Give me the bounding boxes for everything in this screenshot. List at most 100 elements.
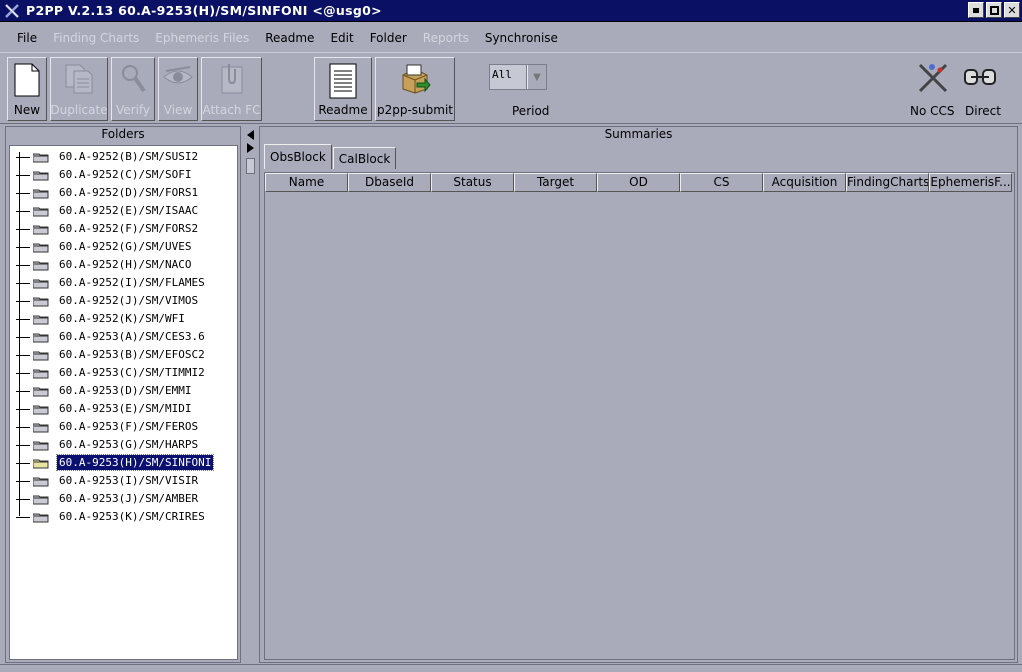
app-icon[interactable] <box>3 2 21 20</box>
column-header-findingcharts[interactable]: FindingCharts <box>846 173 929 192</box>
folder-icon <box>32 351 49 361</box>
p2pp-submit-button[interactable]: p2pp-submit <box>375 57 455 121</box>
folder-item[interactable]: 60.A-9253(D)/SM/EMMI <box>10 382 235 400</box>
folders-header: Folders <box>101 127 145 141</box>
folder-item[interactable]: 60.A-9253(C)/SM/TIMMI2 <box>10 364 235 382</box>
period-value: All <box>490 65 527 89</box>
folder-item[interactable]: 60.A-9252(I)/SM/FLAMES <box>10 274 235 292</box>
folder-item[interactable]: 60.A-9253(B)/SM/EFOSC2 <box>10 346 235 364</box>
menu-synchronise[interactable]: Synchronise <box>477 31 566 45</box>
splitter[interactable] <box>243 126 257 663</box>
close-button[interactable]: ✕ <box>1004 2 1020 18</box>
folder-label: 60.A-9252(I)/SM/FLAMES <box>59 276 205 289</box>
folder-item[interactable]: 60.A-9253(G)/SM/HARPS <box>10 436 235 454</box>
folder-item[interactable]: 60.A-9252(J)/SM/VIMOS <box>10 292 235 310</box>
column-header-acquisition[interactable]: Acquisition <box>763 173 846 192</box>
folder-item[interactable]: 60.A-9253(I)/SM/VISIR <box>10 472 235 490</box>
folder-icon <box>32 297 49 307</box>
new-button[interactable]: New <box>7 57 47 121</box>
folder-label: 60.A-9252(G)/SM/UVES <box>59 240 192 253</box>
readme-icon <box>329 63 357 102</box>
column-header-name[interactable]: Name <box>265 173 348 192</box>
tree-branch <box>16 499 30 500</box>
duplicate-button[interactable]: Duplicate <box>50 57 108 121</box>
folder-icon <box>32 189 49 199</box>
folder-label: 60.A-9253(C)/SM/TIMMI2 <box>59 366 205 379</box>
folder-item[interactable]: 60.A-9252(H)/SM/NACO <box>10 256 235 274</box>
folder-item[interactable]: 60.A-9252(G)/SM/UVES <box>10 238 235 256</box>
collapse-right-icon[interactable] <box>247 143 254 153</box>
folder-item[interactable]: 60.A-9252(E)/SM/ISAAC <box>10 202 235 220</box>
period-select[interactable]: All ▼ <box>489 64 547 90</box>
menu-reports[interactable]: Reports <box>415 31 477 45</box>
tab-obsblock[interactable]: ObsBlock <box>264 144 332 169</box>
verify-label: Verify <box>115 103 151 117</box>
column-header-od[interactable]: OD <box>597 173 680 192</box>
attach-fc-label: Attach FC <box>202 103 261 117</box>
folder-item[interactable]: 60.A-9253(A)/SM/CES3.6 <box>10 328 235 346</box>
column-header-dbaseid[interactable]: DbaseId <box>348 173 431 192</box>
menu-folder[interactable]: Folder <box>362 31 415 45</box>
tree-branch <box>16 409 30 410</box>
folder-icon <box>32 243 49 253</box>
folder-icon <box>32 495 49 505</box>
tree-branch <box>16 283 30 284</box>
column-header-cs[interactable]: CS <box>680 173 763 192</box>
menu-ephemeris-files[interactable]: Ephemeris Files <box>147 31 257 45</box>
folder-tree[interactable]: 60.A-9252(B)/SM/SUSI2 60.A-9252(C)/SM/SOF… <box>9 145 238 660</box>
folder-item[interactable]: 60.A-9252(B)/SM/SUSI2 <box>10 148 235 166</box>
folder-item[interactable]: 60.A-9252(D)/SM/FORS1 <box>10 184 235 202</box>
folder-item[interactable]: 60.A-9253(J)/SM/AMBER <box>10 490 235 508</box>
splitter-handle[interactable] <box>246 158 255 174</box>
attach-fc-button[interactable]: Attach FC <box>201 57 262 121</box>
maximize-button[interactable] <box>986 2 1002 18</box>
menu-readme[interactable]: Readme <box>257 31 322 45</box>
folder-icon <box>32 207 49 217</box>
folder-icon <box>32 279 49 289</box>
folder-icon <box>32 459 49 469</box>
menu-file[interactable]: File <box>9 31 45 45</box>
no-ccs-icon[interactable] <box>916 61 950 98</box>
column-header-status[interactable]: Status <box>431 173 514 192</box>
window-title: P2PP V.2.13 60.A-9253(H)/SM/SINFONI <@us… <box>26 3 382 18</box>
readme-button[interactable]: Readme <box>314 57 372 121</box>
attach-finding-chart-icon <box>217 63 247 98</box>
new-label: New <box>13 103 41 117</box>
folders-panel: Folders 60.A-9252(B)/SM/SUSI2 60.A-9252(C… <box>5 126 241 663</box>
collapse-left-icon[interactable] <box>247 130 254 140</box>
tree-branch <box>16 427 30 428</box>
folder-item[interactable]: 60.A-9253(E)/SM/MIDI <box>10 400 235 418</box>
folder-item[interactable]: 60.A-9253(H)/SM/SINFONI <box>10 454 235 472</box>
chevron-down-icon: ▼ <box>527 65 546 89</box>
folder-label: 60.A-9252(J)/SM/VIMOS <box>59 294 199 307</box>
folder-icon <box>32 441 49 451</box>
column-header-target[interactable]: Target <box>514 173 597 192</box>
tree-branch <box>16 373 30 374</box>
folder-item[interactable]: 60.A-9253(K)/SM/CRIRES <box>10 508 235 526</box>
readme-label: Readme <box>318 103 368 117</box>
eye-icon <box>162 63 194 94</box>
minimize-button[interactable] <box>968 2 984 18</box>
tree-branch <box>16 211 30 212</box>
folder-icon <box>32 387 49 397</box>
folder-label: 60.A-9253(B)/SM/EFOSC2 <box>59 348 205 361</box>
folder-item[interactable]: 60.A-9252(K)/SM/WFI <box>10 310 235 328</box>
summaries-panel: Summaries ObsBlock CalBlock Name DbaseId… <box>259 126 1018 663</box>
folder-item[interactable]: 60.A-9252(F)/SM/FORS2 <box>10 220 235 238</box>
menu-edit[interactable]: Edit <box>322 31 361 45</box>
tab-calblock[interactable]: CalBlock <box>332 147 397 169</box>
folder-label: 60.A-9253(E)/SM/MIDI <box>59 402 192 415</box>
tree-branch <box>16 355 30 356</box>
verify-button[interactable]: Verify <box>111 57 155 121</box>
direct-connection-icon[interactable] <box>963 64 999 95</box>
close-icon: ✕ <box>1007 3 1017 17</box>
folder-icon <box>32 225 49 235</box>
view-button[interactable]: View <box>158 57 198 121</box>
column-header-ephemerisfiles[interactable]: EphemerisF... <box>929 173 1012 192</box>
tree-branch <box>16 265 30 266</box>
folder-item[interactable]: 60.A-9252(C)/SM/SOFI <box>10 166 235 184</box>
menu-finding-charts[interactable]: Finding Charts <box>45 31 147 45</box>
table-header: Name DbaseId Status Target OD CS Acquisi… <box>265 173 1012 192</box>
direct-label: Direct <box>965 104 1001 118</box>
folder-item[interactable]: 60.A-9253(F)/SM/FEROS <box>10 418 235 436</box>
